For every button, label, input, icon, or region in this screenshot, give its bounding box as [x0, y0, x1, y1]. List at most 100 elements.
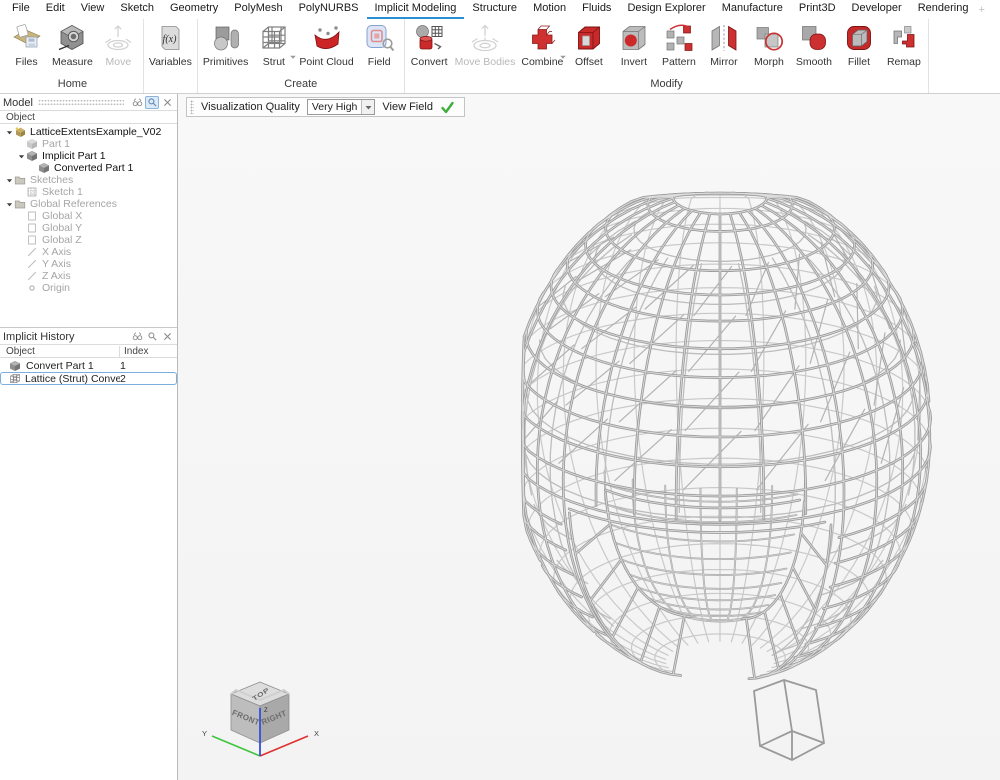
expand-chevron-icon[interactable]	[16, 153, 26, 160]
ribbon-button-label: Measure	[52, 56, 93, 68]
tree-item-label: Implicit Part 1	[42, 150, 106, 162]
menu-item-manufacture[interactable]: Manufacture	[714, 0, 791, 19]
menu-bar: FileEditViewSketchGeometryPolyMeshPolyNU…	[0, 0, 1000, 19]
ribbon-button-variables[interactable]: f(x)Variables	[146, 19, 195, 68]
viewport-toolbar: Visualization Quality Very High View Fie…	[186, 97, 465, 117]
tree-item-converted-part-1[interactable]: Converted Part 1	[0, 162, 177, 174]
tree-item-global-y[interactable]: Global Y	[0, 222, 177, 234]
tree-item-label: Global Z	[42, 234, 82, 246]
history-row-convert-part-1[interactable]: Convert Part 1 1	[0, 359, 177, 372]
ribbon-button-label: Strut	[263, 56, 285, 68]
history-row-lattice-strut-converted-p[interactable]: Lattice (Strut) Converted P...2	[0, 372, 177, 385]
tree-item-label: Converted Part 1	[54, 162, 133, 174]
ribbon-button-mirror[interactable]: Mirror	[701, 19, 746, 68]
tree-item-part-1[interactable]: Part 1	[0, 138, 177, 150]
ribbon-button-pattern[interactable]: Pattern	[656, 19, 701, 68]
menu-item-geometry[interactable]: Geometry	[162, 0, 226, 19]
folder-icon	[14, 198, 27, 210]
model-column-header: Object	[0, 110, 177, 124]
menu-item-file[interactable]: File	[4, 0, 38, 19]
ribbon-button-convert[interactable]: Convert	[407, 19, 452, 68]
tree-item-latticeextentsexample-v02[interactable]: LatticeExtentsExample_V02	[0, 126, 177, 138]
ribbon-button-files[interactable]: Files	[4, 19, 49, 68]
menu-item-rendering[interactable]: Rendering	[910, 0, 977, 19]
ribbon-button-strut[interactable]: Strut	[251, 19, 296, 68]
tree-item-sketch-1[interactable]: Sketch 1	[0, 186, 177, 198]
tree-item-origin[interactable]: Origin	[0, 282, 177, 294]
ribbon-button-label: Morph	[754, 56, 784, 68]
tree-item-global-references[interactable]: Global References	[0, 198, 177, 210]
cube-dark-icon	[38, 162, 51, 174]
ribbon-button-label: Smooth	[796, 56, 832, 68]
search-icon[interactable]	[145, 330, 159, 343]
menu-item-polymesh[interactable]: PolyMesh	[226, 0, 290, 19]
find-icon[interactable]	[130, 96, 144, 109]
close-panel-icon[interactable]	[160, 330, 174, 343]
ribbon-button-invert[interactable]: Invert	[611, 19, 656, 68]
view-field-checkmark-icon[interactable]	[440, 100, 455, 115]
ribbon-button-label: Offset	[575, 56, 603, 68]
tree-item-implicit-part-1[interactable]: Implicit Part 1	[0, 150, 177, 162]
sketch-icon	[26, 186, 39, 198]
menu-item-polynurbs[interactable]: PolyNURBS	[291, 0, 367, 19]
panel-drag-handle[interactable]	[38, 99, 124, 106]
tree-item-label: Global Y	[42, 222, 82, 234]
history-object-cell: Lattice (Strut) Converted P...	[1, 373, 120, 385]
menu-item-motion[interactable]: Motion	[525, 0, 574, 19]
quality-dropdown[interactable]: Very High	[307, 99, 376, 115]
menu-item-view[interactable]: View	[73, 0, 113, 19]
smooth-icon	[798, 22, 830, 54]
ribbon-button-fillet[interactable]: Fillet	[836, 19, 881, 68]
quality-label: Visualization Quality	[201, 101, 300, 113]
tree-item-global-x[interactable]: Global X	[0, 210, 177, 222]
menu-item-design-explorer[interactable]: Design Explorer	[619, 0, 713, 19]
ribbon-button-label: Field	[368, 56, 391, 68]
ribbon-button-morph[interactable]: Morph	[746, 19, 791, 68]
menu-item-fluids[interactable]: Fluids	[574, 0, 619, 19]
expand-chevron-icon[interactable]	[4, 201, 14, 208]
close-panel-icon[interactable]	[160, 96, 174, 109]
history-column-header: Object Index	[0, 344, 177, 358]
measure-icon	[56, 22, 88, 54]
ribbon-button-smooth[interactable]: Smooth	[791, 19, 836, 68]
menu-item-sketch[interactable]: Sketch	[112, 0, 162, 19]
field-icon	[363, 22, 395, 54]
ribbon-button-offset[interactable]: Offset	[566, 19, 611, 68]
morph-icon	[753, 22, 785, 54]
menu-item-structure[interactable]: Structure	[464, 0, 525, 19]
combine-icon	[526, 22, 558, 54]
ribbon-button-primitives[interactable]: Primitives	[200, 19, 252, 68]
menu-item-edit[interactable]: Edit	[38, 0, 73, 19]
expand-chevron-icon[interactable]	[4, 129, 14, 136]
find-icon[interactable]	[130, 330, 144, 343]
ribbon-button-remap[interactable]: Remap	[881, 19, 926, 68]
cube-light-icon	[26, 138, 39, 150]
menu-item-implicit-modeling[interactable]: Implicit Modeling	[367, 0, 465, 19]
ribbon-button-combine[interactable]: Combine	[518, 19, 566, 68]
mirror-icon	[708, 22, 740, 54]
ribbon-button-field[interactable]: Field	[357, 19, 402, 68]
ribbon-button-move: Move	[96, 19, 141, 68]
toolbar-drag-handle[interactable]	[190, 100, 194, 114]
history-index-cell: 1	[120, 360, 176, 372]
menu-item-developer[interactable]: Developer	[844, 0, 910, 19]
tree-item-x-axis[interactable]: X Axis	[0, 246, 177, 258]
history-object-label: Convert Part 1	[26, 360, 94, 372]
tree-item-z-axis[interactable]: Z Axis	[0, 270, 177, 282]
view-cube[interactable]: TOP FRONT RIGHT Z Y X	[188, 670, 328, 770]
ribbon-button-label: Invert	[621, 56, 647, 68]
ribbon-button-measure[interactable]: Measure	[49, 19, 96, 68]
tree-item-sketches[interactable]: Sketches	[0, 174, 177, 186]
ribbon-button-point-cloud[interactable]: Point Cloud	[296, 19, 356, 68]
tree-item-y-axis[interactable]: Y Axis	[0, 258, 177, 270]
add-tab-icon[interactable]: +	[976, 2, 990, 19]
3d-viewport[interactable]: Visualization Quality Very High View Fie…	[178, 94, 1000, 780]
expand-chevron-icon[interactable]	[4, 177, 14, 184]
axis-icon	[26, 270, 39, 282]
tree-item-label: Global X	[42, 210, 82, 222]
history-drag-handle	[80, 333, 124, 340]
menu-item-print3d[interactable]: Print3D	[791, 0, 844, 19]
search-icon[interactable]	[145, 96, 159, 109]
ribbon-group-modify: ConvertMove BodiesCombineOffsetInvertPat…	[405, 19, 930, 93]
tree-item-global-z[interactable]: Global Z	[0, 234, 177, 246]
